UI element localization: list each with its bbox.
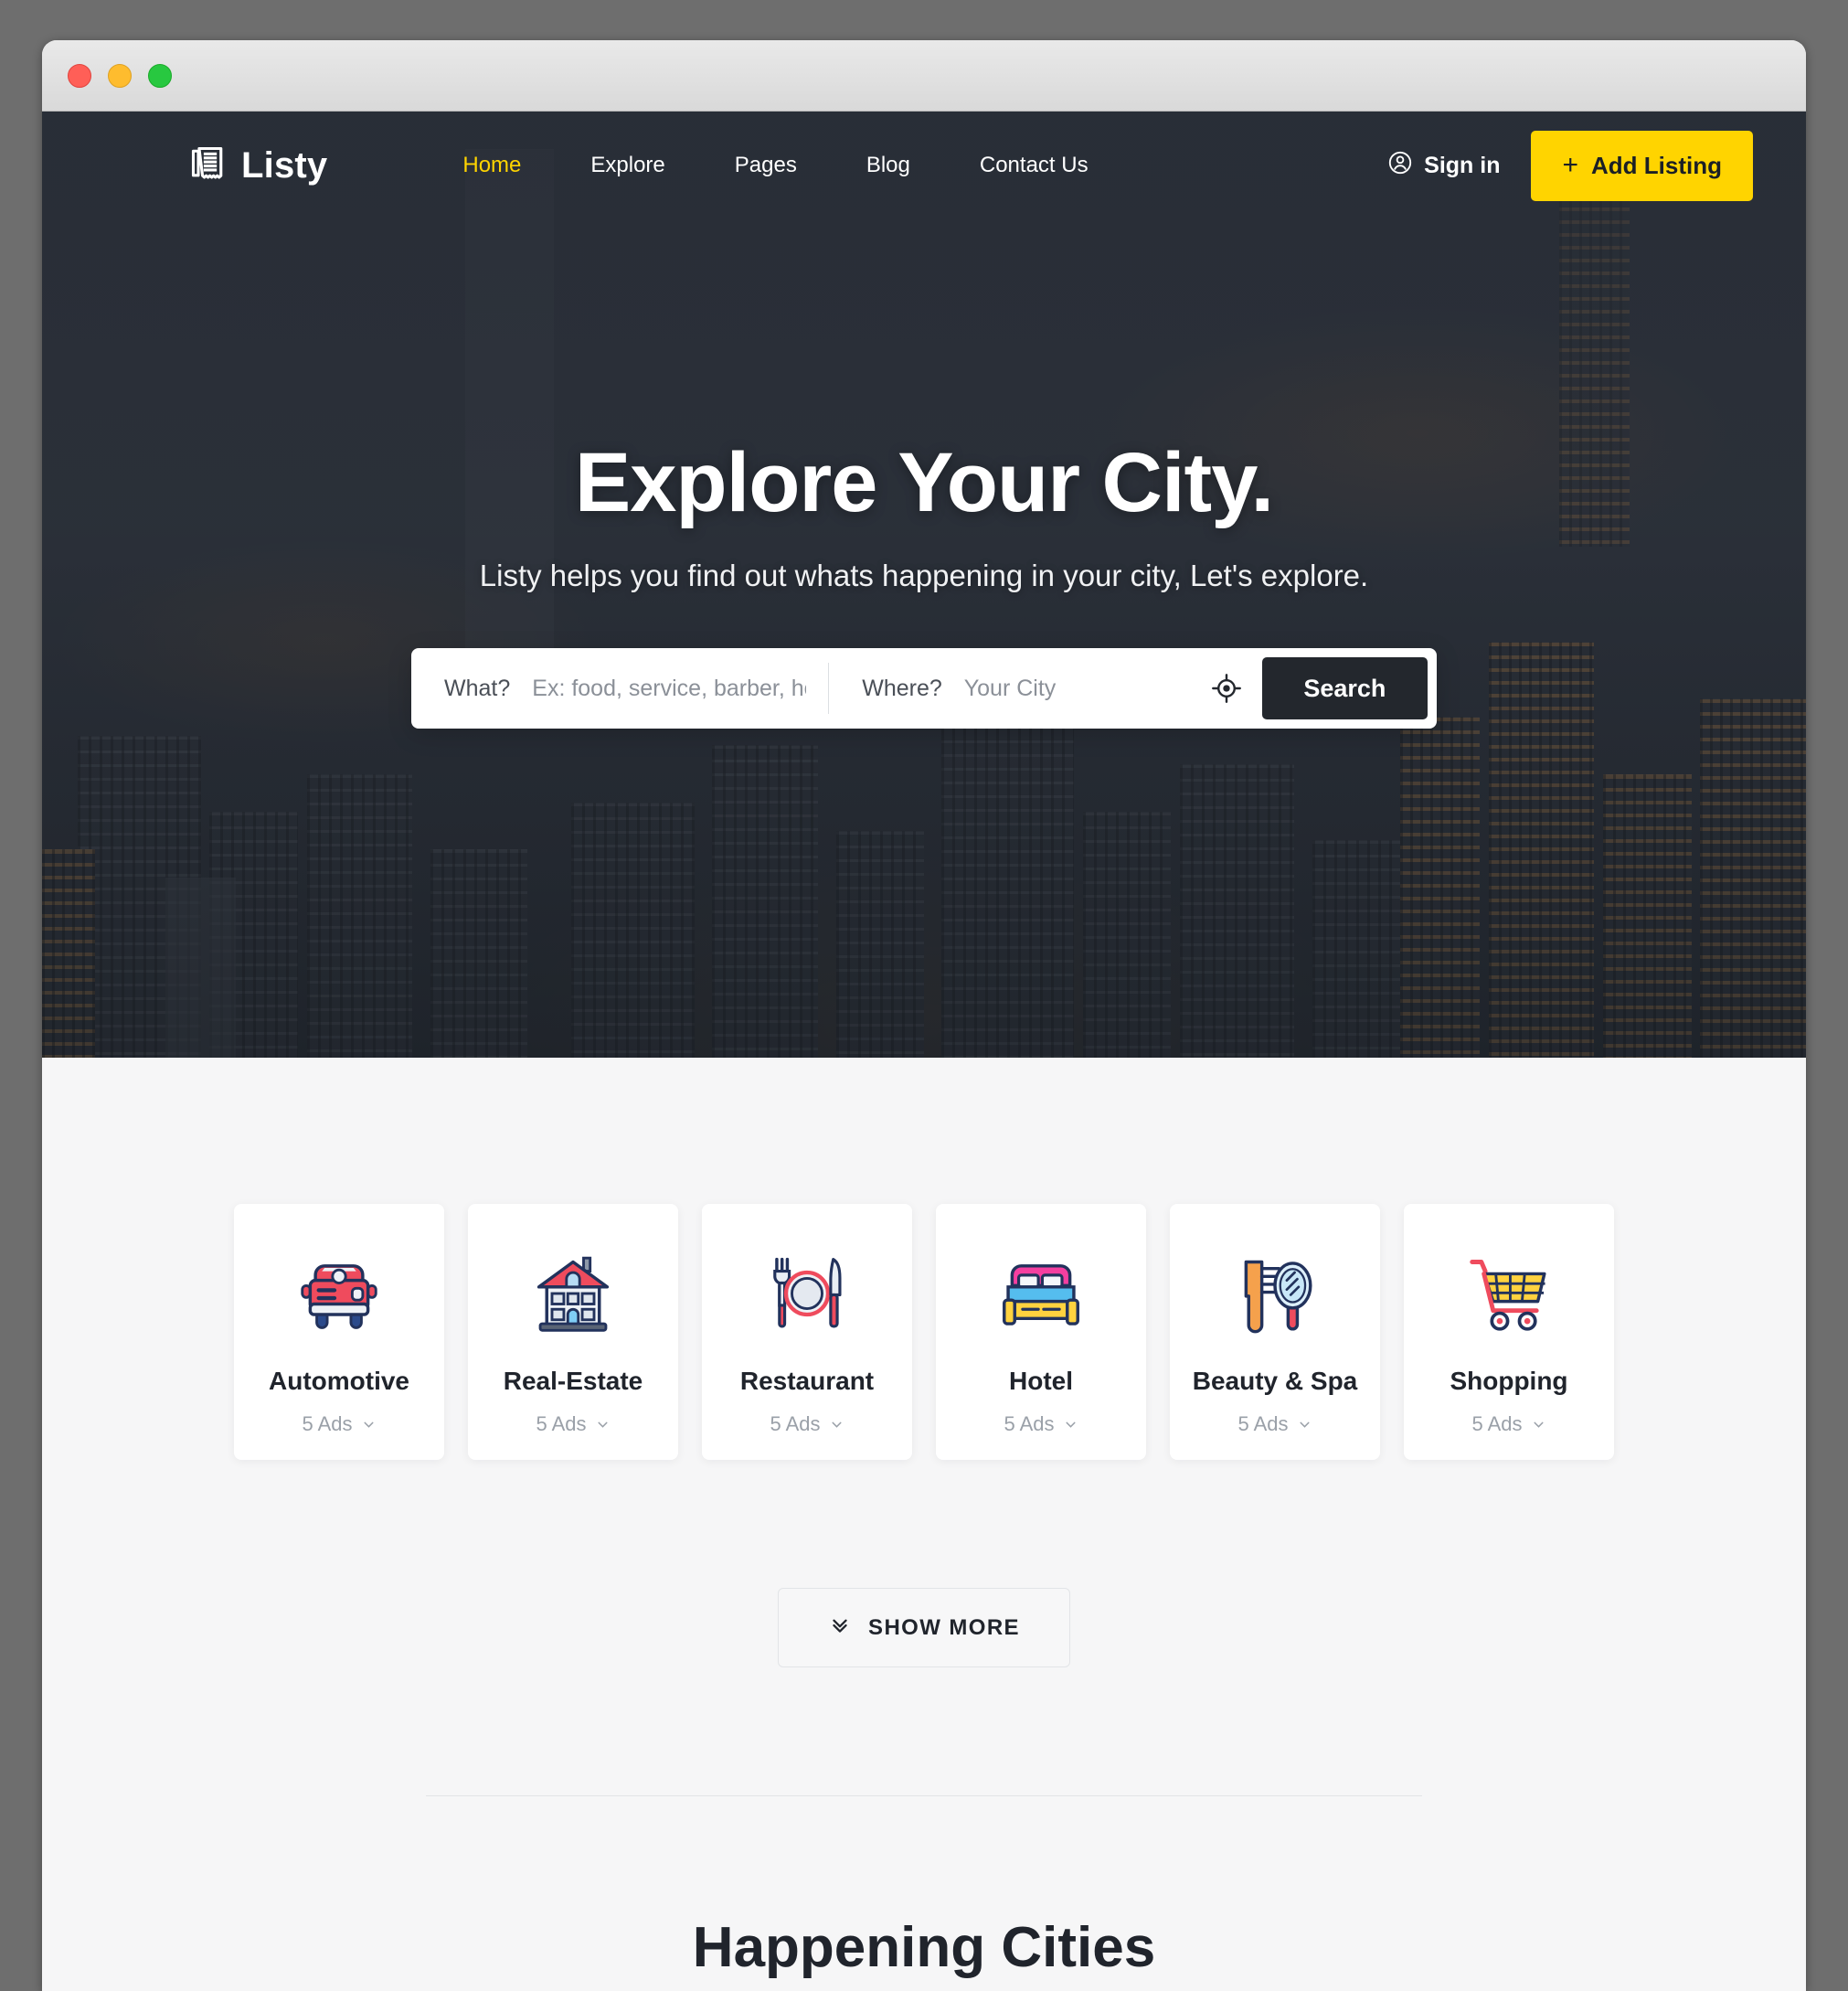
happening-cities-title: Happening Cities <box>692 1916 1156 1979</box>
search-what-field: What? <box>411 648 807 729</box>
sign-in-button[interactable]: Sign in <box>1387 150 1500 182</box>
category-ads-count[interactable]: 5 Ads <box>536 1412 610 1436</box>
category-ads-count[interactable]: 5 Ads <box>302 1412 376 1436</box>
hero-section: Listy Home Explore Pages Blog Contact Us <box>42 112 1806 1058</box>
category-card-shopping[interactable]: Shopping 5 Ads <box>1404 1204 1614 1460</box>
category-ads-count[interactable]: 5 Ads <box>1004 1412 1078 1436</box>
category-card-restaurant[interactable]: Restaurant 5 Ads <box>702 1204 912 1460</box>
search-what-label: What? <box>444 675 511 701</box>
nav-link-blog[interactable]: Blog <box>832 153 945 178</box>
nav-link-contact-us[interactable]: Contact Us <box>945 153 1123 178</box>
category-title: Hotel <box>1009 1367 1073 1395</box>
section-divider <box>426 1795 1422 1796</box>
page-viewport: Listy Home Explore Pages Blog Contact Us <box>42 112 1806 1991</box>
chevron-down-icon <box>597 1421 608 1428</box>
category-title: Beauty & Spa <box>1192 1367 1358 1395</box>
hero-subtitle: Listy helps you find out whats happening… <box>479 559 1369 592</box>
car-icon <box>297 1251 381 1336</box>
sign-in-label: Sign in <box>1424 152 1501 178</box>
chevron-down-icon <box>1299 1421 1310 1428</box>
zoom-button[interactable] <box>148 63 172 88</box>
hero-title: Explore Your City. <box>574 436 1274 529</box>
categories-section: Automotive 5 Ads Real-Estate 5 Ads Resta… <box>42 1058 1806 1796</box>
house-icon <box>531 1251 615 1336</box>
show-more-wrap: SHOW MORE <box>234 1588 1614 1667</box>
nav-link-home[interactable]: Home <box>428 153 556 178</box>
brand-logo[interactable]: Listy <box>188 144 327 188</box>
add-listing-label: Add Listing <box>1591 151 1722 179</box>
category-card-beauty-spa[interactable]: Beauty & Spa 5 Ads <box>1170 1204 1380 1460</box>
category-grid: Automotive 5 Ads Real-Estate 5 Ads Resta… <box>234 1204 1614 1460</box>
browser-window: Listy Home Explore Pages Blog Contact Us <box>42 40 1806 1991</box>
search-where-label: Where? <box>862 675 942 701</box>
category-ads-label: 5 Ads <box>1004 1412 1055 1435</box>
nav-links: Home Explore Pages Blog Contact Us <box>428 153 1122 178</box>
chevron-down-icon <box>363 1421 374 1428</box>
newspaper-icon <box>188 144 228 188</box>
chevron-down-icon <box>1065 1421 1076 1428</box>
chevron-down-icon <box>1533 1421 1544 1428</box>
search-what-input[interactable] <box>532 675 807 702</box>
category-title: Automotive <box>269 1367 409 1395</box>
main-navbar: Listy Home Explore Pages Blog Contact Us <box>42 112 1806 219</box>
bed-icon <box>999 1251 1083 1336</box>
double-chevron-down-icon <box>828 1613 852 1643</box>
category-card-hotel[interactable]: Hotel 5 Ads <box>936 1204 1146 1460</box>
category-ads-label: 5 Ads <box>770 1412 821 1435</box>
category-ads-label: 5 Ads <box>1237 1412 1289 1435</box>
category-ads-count[interactable]: 5 Ads <box>1471 1412 1545 1436</box>
happening-cities-section: Happening Cities <box>42 1915 1806 1980</box>
category-ads-count[interactable]: 5 Ads <box>1237 1412 1312 1436</box>
category-title: Shopping <box>1450 1367 1568 1395</box>
crosshair-locate-icon[interactable] <box>1211 673 1242 704</box>
minimize-button[interactable] <box>108 63 132 88</box>
shopping-cart-icon <box>1467 1251 1551 1336</box>
nav-actions: Sign in + Add Listing <box>1387 130 1753 201</box>
comb-mirror-icon <box>1233 1251 1317 1336</box>
category-title: Real-Estate <box>503 1367 643 1395</box>
search-where-field: Where? <box>829 648 1211 729</box>
plus-icon: + <box>1562 150 1579 180</box>
brand-name: Listy <box>241 144 328 186</box>
show-more-label: SHOW MORE <box>868 1614 1020 1640</box>
category-ads-label: 5 Ads <box>536 1412 587 1435</box>
show-more-button[interactable]: SHOW MORE <box>778 1588 1070 1667</box>
cutlery-plate-icon <box>765 1251 849 1336</box>
user-circle-icon <box>1387 150 1413 182</box>
category-ads-label: 5 Ads <box>302 1412 353 1435</box>
category-ads-label: 5 Ads <box>1471 1412 1523 1435</box>
category-ads-count[interactable]: 5 Ads <box>770 1412 844 1436</box>
search-button[interactable]: Search <box>1261 657 1428 719</box>
category-card-real-estate[interactable]: Real-Estate 5 Ads <box>468 1204 678 1460</box>
close-button[interactable] <box>68 63 91 88</box>
search-where-input[interactable] <box>963 675 1211 702</box>
nav-link-pages[interactable]: Pages <box>700 153 832 178</box>
chevron-down-icon <box>831 1421 842 1428</box>
category-title: Restaurant <box>739 1367 875 1395</box>
add-listing-button[interactable]: + Add Listing <box>1531 130 1753 201</box>
category-card-automotive[interactable]: Automotive 5 Ads <box>234 1204 444 1460</box>
hero-copy: Explore Your City. Listy helps you find … <box>42 435 1806 593</box>
hero-search-bar: What? Where? <box>411 648 1437 729</box>
nav-link-explore[interactable]: Explore <box>556 153 699 178</box>
window-titlebar <box>42 40 1806 112</box>
